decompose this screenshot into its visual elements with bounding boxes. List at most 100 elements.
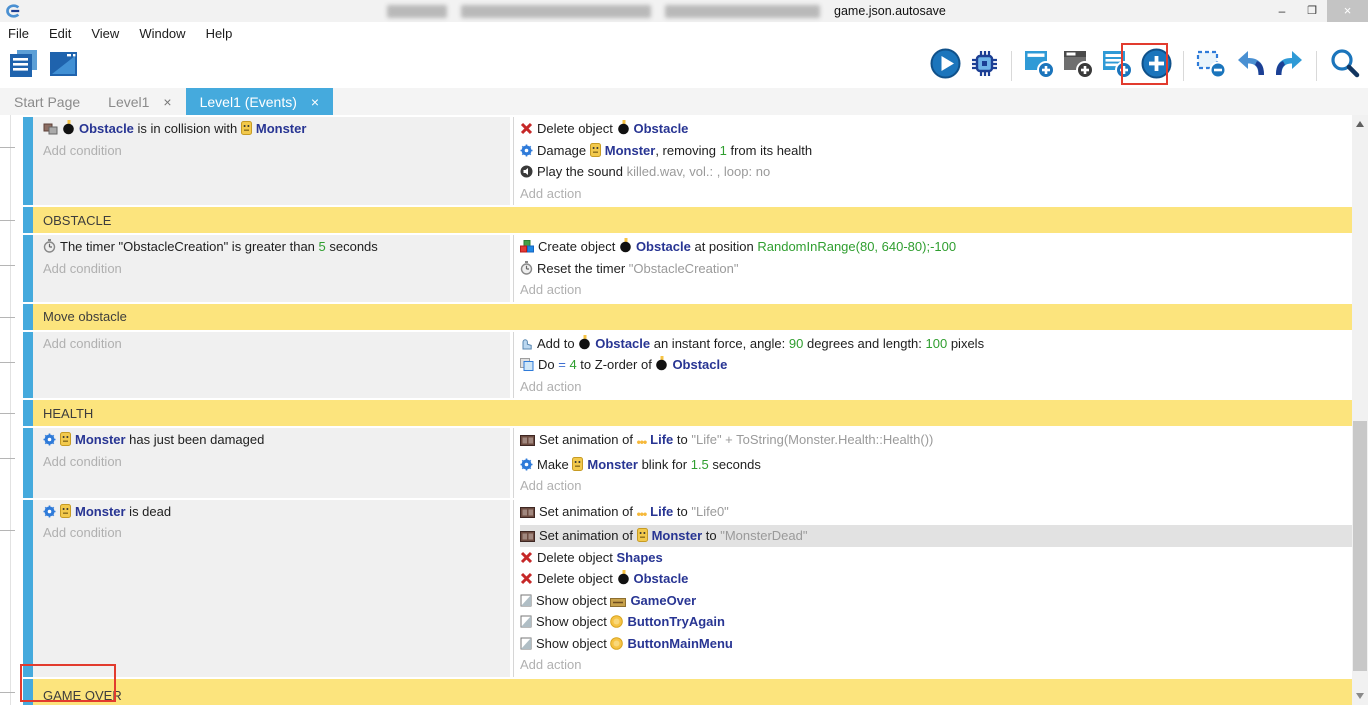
event-action[interactable]: Add to Obstacle an instant force, angle:… <box>520 333 1352 355</box>
redo-button[interactable] <box>1273 50 1305 82</box>
event-group-header[interactable]: OBSTACLE <box>33 207 1352 233</box>
event-selection-bar[interactable] <box>23 500 33 677</box>
add-scene-button[interactable] <box>1023 50 1055 82</box>
tab-level1[interactable]: Level1 × <box>94 88 185 115</box>
event-group-header[interactable]: GAME OVER <box>33 679 1352 705</box>
undo-button[interactable] <box>1234 50 1266 82</box>
deselect-button[interactable] <box>1195 50 1227 82</box>
event-selection-bar[interactable] <box>23 400 33 426</box>
scroll-down-icon[interactable] <box>1356 693 1364 699</box>
add-action-link[interactable]: Add action <box>520 376 1352 398</box>
damage-icon <box>520 144 533 157</box>
add-condition-link[interactable]: Add condition <box>43 258 510 280</box>
menu-file[interactable]: File <box>0 26 39 41</box>
event-selection-bar[interactable] <box>23 207 33 233</box>
event-selection-bar[interactable] <box>23 332 33 399</box>
event-block: Monster is deadAdd condition Set animati… <box>0 500 1352 677</box>
column-divider <box>513 428 514 498</box>
column-divider <box>513 332 514 399</box>
event-condition[interactable]: Obstacle is in collision with Monster <box>43 118 510 140</box>
fold-tick[interactable] <box>0 147 15 148</box>
event-group-header[interactable]: Move obstacle <box>33 304 1352 330</box>
vertical-scrollbar[interactable] <box>1352 115 1368 705</box>
event-group-header[interactable]: HEALTH <box>33 400 1352 426</box>
event-action[interactable]: Do = 4 to Z-order of Obstacle <box>520 354 1352 376</box>
event-action[interactable]: Show object GameOver <box>520 590 1352 612</box>
show-icon <box>520 594 532 607</box>
fold-tick[interactable] <box>0 692 15 693</box>
event-action[interactable]: Show object ButtonMainMenu <box>520 633 1352 655</box>
event-action[interactable]: Play the sound killed.wav, vol.: , loop:… <box>520 161 1352 183</box>
event-condition[interactable]: The timer "ObstacleCreation" is greater … <box>43 236 510 258</box>
add-event-icon <box>1101 48 1133 84</box>
menu-help[interactable]: Help <box>196 26 243 41</box>
event-selection-bar[interactable] <box>23 304 33 330</box>
play-button[interactable] <box>929 50 961 82</box>
event-action[interactable]: Set animation of •••Life to "Life0" <box>520 501 1352 526</box>
add-condition-link[interactable]: Add condition <box>43 333 510 355</box>
tab-level1-events[interactable]: Level1 (Events) × <box>186 88 333 115</box>
event-action[interactable]: Set animation of •••Life to "Life" + ToS… <box>520 429 1352 454</box>
tab-close-icon[interactable]: × <box>163 94 171 110</box>
debug-button[interactable] <box>968 50 1000 82</box>
add-action-link[interactable]: Add action <box>520 279 1352 301</box>
restore-button[interactable]: ❐ <box>1297 0 1327 22</box>
event-block: Obstacle is in collision with MonsterAdd… <box>0 117 1352 205</box>
add-external-events-button[interactable] <box>1062 50 1094 82</box>
event-action[interactable]: Make Monster blink for 1.5 seconds <box>520 454 1352 476</box>
scroll-up-icon[interactable] <box>1356 121 1364 127</box>
event-condition[interactable]: Monster is dead <box>43 501 510 523</box>
close-button[interactable]: × <box>1327 0 1368 22</box>
add-event-button[interactable] <box>1101 50 1133 82</box>
collision-icon <box>43 121 58 135</box>
event-selection-bar[interactable] <box>23 679 33 705</box>
minimize-button[interactable]: – <box>1267 0 1297 22</box>
bomb-icon <box>617 120 630 135</box>
life-icon: ••• <box>637 431 647 454</box>
event-action[interactable]: Create object Obstacle at position Rando… <box>520 236 1352 258</box>
tab-close-icon[interactable]: × <box>311 94 319 110</box>
event-action[interactable]: Delete object Shapes <box>520 547 1352 569</box>
conditions-cell: Add condition <box>33 332 510 399</box>
add-condition-link[interactable]: Add condition <box>43 522 510 544</box>
add-action-link[interactable]: Add action <box>520 475 1352 497</box>
actions-cell: Delete object ObstacleDamage Monster, re… <box>516 117 1352 205</box>
gameover-icon <box>610 598 626 607</box>
tab-start-page[interactable]: Start Page <box>0 88 94 115</box>
event-action[interactable]: Reset the timer "ObstacleCreation" <box>520 258 1352 280</box>
conditions-cell: The timer "ObstacleCreation" is greater … <box>33 235 510 302</box>
event-selection-bar[interactable] <box>23 117 33 205</box>
fold-tick[interactable] <box>0 265 15 266</box>
start-page-button[interactable] <box>48 50 80 82</box>
event-action[interactable]: Show object ButtonTryAgain <box>520 611 1352 633</box>
add-condition-link[interactable]: Add condition <box>43 451 510 473</box>
fold-tick[interactable] <box>0 530 15 531</box>
fold-tick[interactable] <box>0 413 15 414</box>
scrollbar-thumb[interactable] <box>1353 421 1367 671</box>
event-action[interactable]: Set animation of Monster to "MonsterDead… <box>520 525 1352 547</box>
menu-window[interactable]: Window <box>129 26 195 41</box>
show-icon <box>520 637 532 650</box>
force-icon <box>520 336 533 350</box>
search-button[interactable] <box>1328 50 1360 82</box>
event-action[interactable]: Delete object Obstacle <box>520 118 1352 140</box>
menu-edit[interactable]: Edit <box>39 26 81 41</box>
menu-view[interactable]: View <box>81 26 129 41</box>
project-manager-button[interactable] <box>8 50 40 82</box>
fold-tick[interactable] <box>0 220 15 221</box>
event-selection-bar[interactable] <box>23 428 33 498</box>
event-action[interactable]: Delete object Obstacle <box>520 568 1352 590</box>
damage-icon <box>520 458 533 471</box>
fold-tick[interactable] <box>0 458 15 459</box>
event-action[interactable]: Damage Monster, removing 1 from its heal… <box>520 140 1352 162</box>
add-new-button[interactable] <box>1140 50 1172 82</box>
add-action-link[interactable]: Add action <box>520 654 1352 676</box>
monster-icon <box>241 121 252 135</box>
event-selection-bar[interactable] <box>23 235 33 302</box>
fold-tick[interactable] <box>0 362 15 363</box>
fold-tick[interactable] <box>0 317 15 318</box>
event-condition[interactable]: Monster has just been damaged <box>43 429 510 451</box>
add-action-link[interactable]: Add action <box>520 183 1352 205</box>
column-divider <box>513 500 514 677</box>
add-condition-link[interactable]: Add condition <box>43 140 510 162</box>
